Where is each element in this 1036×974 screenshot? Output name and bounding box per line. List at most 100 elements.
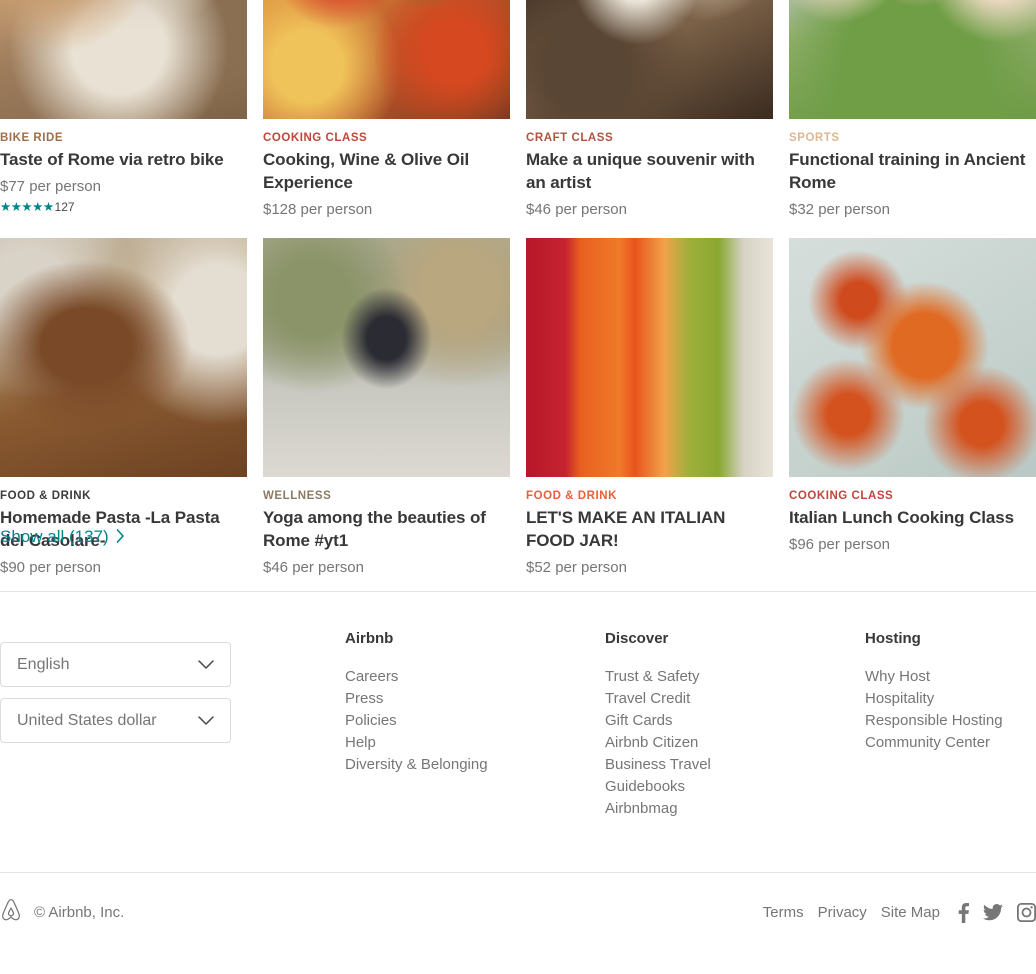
footer-column-heading: Hosting (865, 630, 921, 647)
star-rating-icon: ★★★★★ (0, 200, 54, 214)
site-footer: English United States dollar Airbnb Care… (0, 630, 1036, 820)
footer-link-airbnb-citizen[interactable]: Airbnb Citizen (605, 732, 865, 754)
footer-column-discover: Discover Trust & Safety Travel Credit Gi… (605, 630, 865, 820)
twitter-icon[interactable] (983, 904, 1003, 921)
experience-card[interactable]: CRAFT CLASS Make a unique souvenir with … (526, 0, 773, 220)
footer-link-site-map[interactable]: Site Map (881, 904, 940, 921)
footer-link-gift-cards[interactable]: Gift Cards (605, 710, 865, 732)
card-title: Taste of Rome via retro bike (0, 150, 224, 169)
footer-link-diversity-belonging[interactable]: Diversity & Belonging (345, 754, 605, 776)
experience-card[interactable]: COOKING CLASS Cooking, Wine & Olive Oil … (263, 0, 510, 220)
language-select-value: English (17, 655, 70, 673)
card-price: $46 per person (526, 200, 773, 220)
card-title: LET'S MAKE AN ITALIAN FOOD JAR! (526, 508, 726, 550)
experience-card[interactable]: SPORTS Functional training in Ancient Ro… (789, 0, 1036, 220)
currency-select[interactable]: United States dollar (0, 698, 231, 743)
experience-card[interactable]: BIKE RIDE Taste of Rome via retro bike $… (0, 0, 247, 220)
copyright-area: © Airbnb, Inc. (0, 898, 124, 927)
homemade-pasta-photo (0, 238, 247, 477)
card-category: COOKING CLASS (263, 132, 368, 144)
card-price: $77 per person (0, 177, 247, 197)
footer-link-privacy[interactable]: Privacy (818, 904, 867, 921)
show-all-label: Show all (137) (0, 527, 109, 546)
card-category: COOKING CLASS (789, 490, 894, 502)
experience-card[interactable]: FOOD & DRINK LET'S MAKE AN ITALIAN FOOD … (526, 238, 773, 578)
card-price: $52 per person (526, 558, 773, 578)
card-photo[interactable] (789, 238, 1036, 477)
card-price-unit: per person (29, 178, 101, 195)
experiences-row-1: BIKE RIDE Taste of Rome via retro bike $… (0, 0, 1036, 220)
card-title: Italian Lunch Cooking Class (789, 508, 1014, 527)
card-price-unit: per person (818, 201, 890, 218)
card-price: $46 per person (263, 558, 510, 578)
card-price: $32 per person (789, 200, 1036, 220)
card-title: Make a unique souvenir with an artist (526, 150, 755, 192)
card-title: Functional training in Ancient Rome (789, 150, 1026, 192)
card-rating-count: 127 (54, 200, 75, 214)
bike-tour-photo (0, 0, 247, 119)
footer-link-trust-safety[interactable]: Trust & Safety (605, 666, 865, 688)
card-photo[interactable] (0, 238, 247, 477)
card-category: FOOD & DRINK (526, 490, 617, 502)
footer-link-help[interactable]: Help (345, 732, 605, 754)
card-category: FOOD & DRINK (0, 490, 91, 502)
card-price: $90 per person (0, 558, 247, 578)
facebook-icon[interactable] (958, 902, 969, 923)
card-price-amount: $46 (263, 559, 289, 576)
footer-column-airbnb: Airbnb Careers Press Policies Help Diver… (345, 630, 605, 820)
card-price-unit: per person (818, 536, 890, 553)
copyright-text: © Airbnb, Inc. (34, 904, 125, 921)
card-price-amount: $46 (526, 201, 552, 218)
chevron-right-icon (116, 528, 125, 546)
card-price-unit: per person (300, 201, 373, 218)
card-photo[interactable] (0, 0, 247, 119)
training-group-photo (789, 0, 1036, 119)
card-price-amount: $90 (0, 559, 26, 576)
card-price-unit: per person (555, 201, 627, 218)
yoga-pose-photo (263, 238, 510, 477)
bottom-bar-links: Terms Privacy Site Map (763, 902, 1036, 923)
footer-link-guidebooks[interactable]: Guidebooks (605, 776, 865, 798)
footer-link-responsible-hosting[interactable]: Responsible Hosting (865, 710, 1036, 732)
footer-link-business-travel[interactable]: Business Travel (605, 754, 865, 776)
footer-link-hospitality[interactable]: Hospitality (865, 688, 1036, 710)
card-price-unit: per person (292, 559, 364, 576)
craft-artist-photo (526, 0, 773, 119)
airbnb-belo-logo[interactable] (0, 898, 22, 927)
card-price: $128 per person (263, 200, 510, 220)
footer-link-airbnbmag[interactable]: Airbnbmag (605, 798, 865, 820)
card-category: BIKE RIDE (0, 132, 64, 144)
footer-bottom-bar: © Airbnb, Inc. Terms Privacy Site Map (0, 898, 1036, 927)
card-price-amount: $52 (526, 559, 552, 576)
card-price-amount: $77 (0, 178, 26, 195)
footer-link-policies[interactable]: Policies (345, 710, 605, 732)
show-all-link[interactable]: Show all (137) (0, 527, 125, 547)
footer-link-community-center[interactable]: Community Center (865, 732, 1036, 754)
footer-column-hosting: Hosting Why Host Hospitality Responsible… (865, 630, 1036, 820)
instagram-icon[interactable] (1017, 903, 1036, 922)
experiences-grid: BIKE RIDE Taste of Rome via retro bike $… (0, 0, 1036, 596)
food-jars-photo (526, 238, 773, 477)
footer-link-terms[interactable]: Terms (763, 904, 804, 921)
card-photo[interactable] (789, 0, 1036, 119)
card-rating: ★★★★★ 127 (0, 200, 247, 214)
card-photo[interactable] (526, 238, 773, 477)
experience-card[interactable]: COOKING CLASS Italian Lunch Cooking Clas… (789, 238, 1036, 578)
footer-link-travel-credit[interactable]: Travel Credit (605, 688, 865, 710)
card-photo[interactable] (526, 0, 773, 119)
footer-link-why-host[interactable]: Why Host (865, 666, 1036, 688)
card-photo[interactable] (263, 238, 510, 477)
language-select[interactable]: English (0, 642, 231, 687)
section-divider-top (0, 591, 1036, 592)
card-photo[interactable] (263, 0, 510, 119)
footer-column-heading: Discover (605, 630, 669, 647)
footer-link-press[interactable]: Press (345, 688, 605, 710)
chevron-down-icon (198, 659, 214, 670)
currency-select-value: United States dollar (17, 711, 157, 729)
experience-card[interactable]: WELLNESS Yoga among the beauties of Rome… (263, 238, 510, 578)
card-price-amount: $96 (789, 536, 815, 553)
card-category: SPORTS (789, 132, 840, 144)
card-price-unit: per person (555, 559, 627, 576)
footer-link-careers[interactable]: Careers (345, 666, 605, 688)
card-price-amount: $128 (263, 201, 297, 218)
